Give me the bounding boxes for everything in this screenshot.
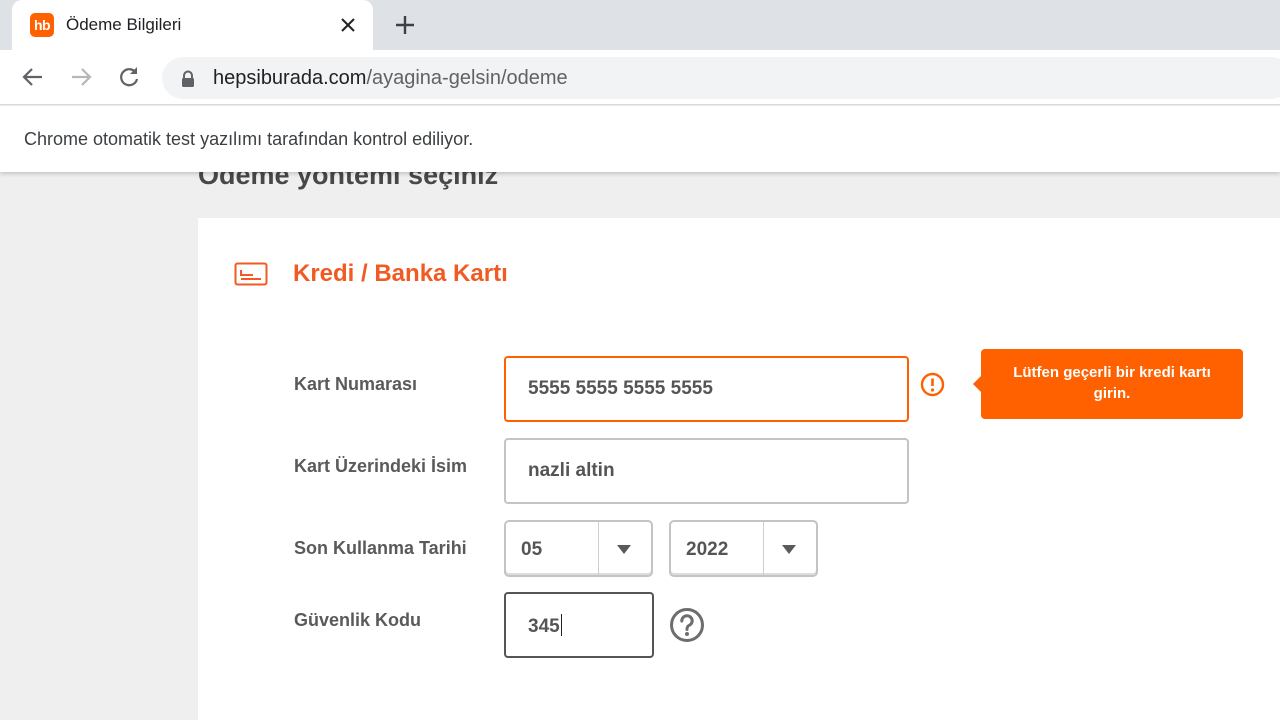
automation-infobar: Chrome otomatik test yazılımı tarafından… — [0, 106, 1280, 172]
address-bar[interactable]: hepsiburada.com/ayagina-gelsin/odeme — [162, 57, 1280, 99]
help-question-icon[interactable] — [669, 607, 705, 643]
lock-icon[interactable] — [180, 70, 196, 88]
close-icon[interactable] — [336, 13, 360, 37]
panel-title: Kredi / Banka Kartı — [293, 260, 508, 287]
select-divider — [763, 522, 764, 575]
card-number-label: Kart Numarası — [294, 374, 418, 394]
chevron-down-icon — [782, 545, 796, 554]
select-divider — [598, 522, 599, 575]
error-tooltip: Lütfen geçerli bir kredi kartı girin. — [973, 349, 1243, 419]
browser-toolbar: hepsiburada.com/ayagina-gelsin/odeme — [0, 50, 1280, 105]
expiry-month-value: 05 — [521, 539, 543, 560]
error-alert-icon — [920, 372, 945, 397]
text-caret — [560, 614, 562, 636]
section-heading: Ödeme yöntemi seçiniz — [198, 172, 499, 190]
infobar-message: Chrome otomatik test yazılımı tarafından… — [24, 129, 474, 149]
credit-card-panel: Kredi / Banka Kartı Kart Numarası 5555 5… — [198, 218, 1280, 720]
expiry-year-value: 2022 — [686, 539, 729, 560]
card-name-label: Kart Üzerindeki İsim — [294, 456, 468, 476]
cvc-text: 345 — [528, 616, 560, 637]
expiry-month-select[interactable]: 05 — [504, 520, 653, 577]
expiry-label: Son Kullanma Tarihi — [294, 538, 467, 558]
credit-card-icon — [234, 262, 268, 286]
card-number-input[interactable]: 5555 5555 5555 5555 — [504, 356, 909, 422]
expiry-year-select[interactable]: 2022 — [669, 520, 818, 577]
tab-title: Ödeme Bilgileri — [66, 15, 182, 34]
back-arrow-icon[interactable] — [20, 64, 46, 90]
checkout-page: Ödeme yöntemi seçiniz Kredi / Banka Kart… — [0, 172, 1280, 720]
url-path: /ayagina-gelsin/odeme — [366, 67, 568, 89]
url-host: hepsiburada.com — [213, 67, 367, 89]
card-number-value: 5555 5555 5555 5555 — [528, 378, 713, 399]
cvc-input[interactable]: 345 — [504, 592, 654, 658]
reload-icon[interactable] — [116, 64, 142, 90]
forward-arrow-icon[interactable] — [68, 64, 94, 90]
chevron-down-icon — [617, 545, 631, 554]
url-text: hepsiburada.com/ayagina-gelsin/odeme — [213, 67, 568, 90]
new-tab-plus-icon[interactable] — [392, 12, 418, 38]
cvc-label: Güvenlik Kodu — [294, 610, 422, 630]
card-name-value: nazli altin — [528, 460, 615, 481]
hepsiburada-favicon-icon: hb — [30, 13, 54, 37]
tab-strip: hb Ödeme Bilgileri — [0, 0, 1280, 50]
card-name-input[interactable]: nazli altin — [504, 438, 909, 504]
cvc-value: 345 — [528, 614, 562, 638]
browser-tab[interactable]: hb Ödeme Bilgileri — [12, 0, 373, 50]
